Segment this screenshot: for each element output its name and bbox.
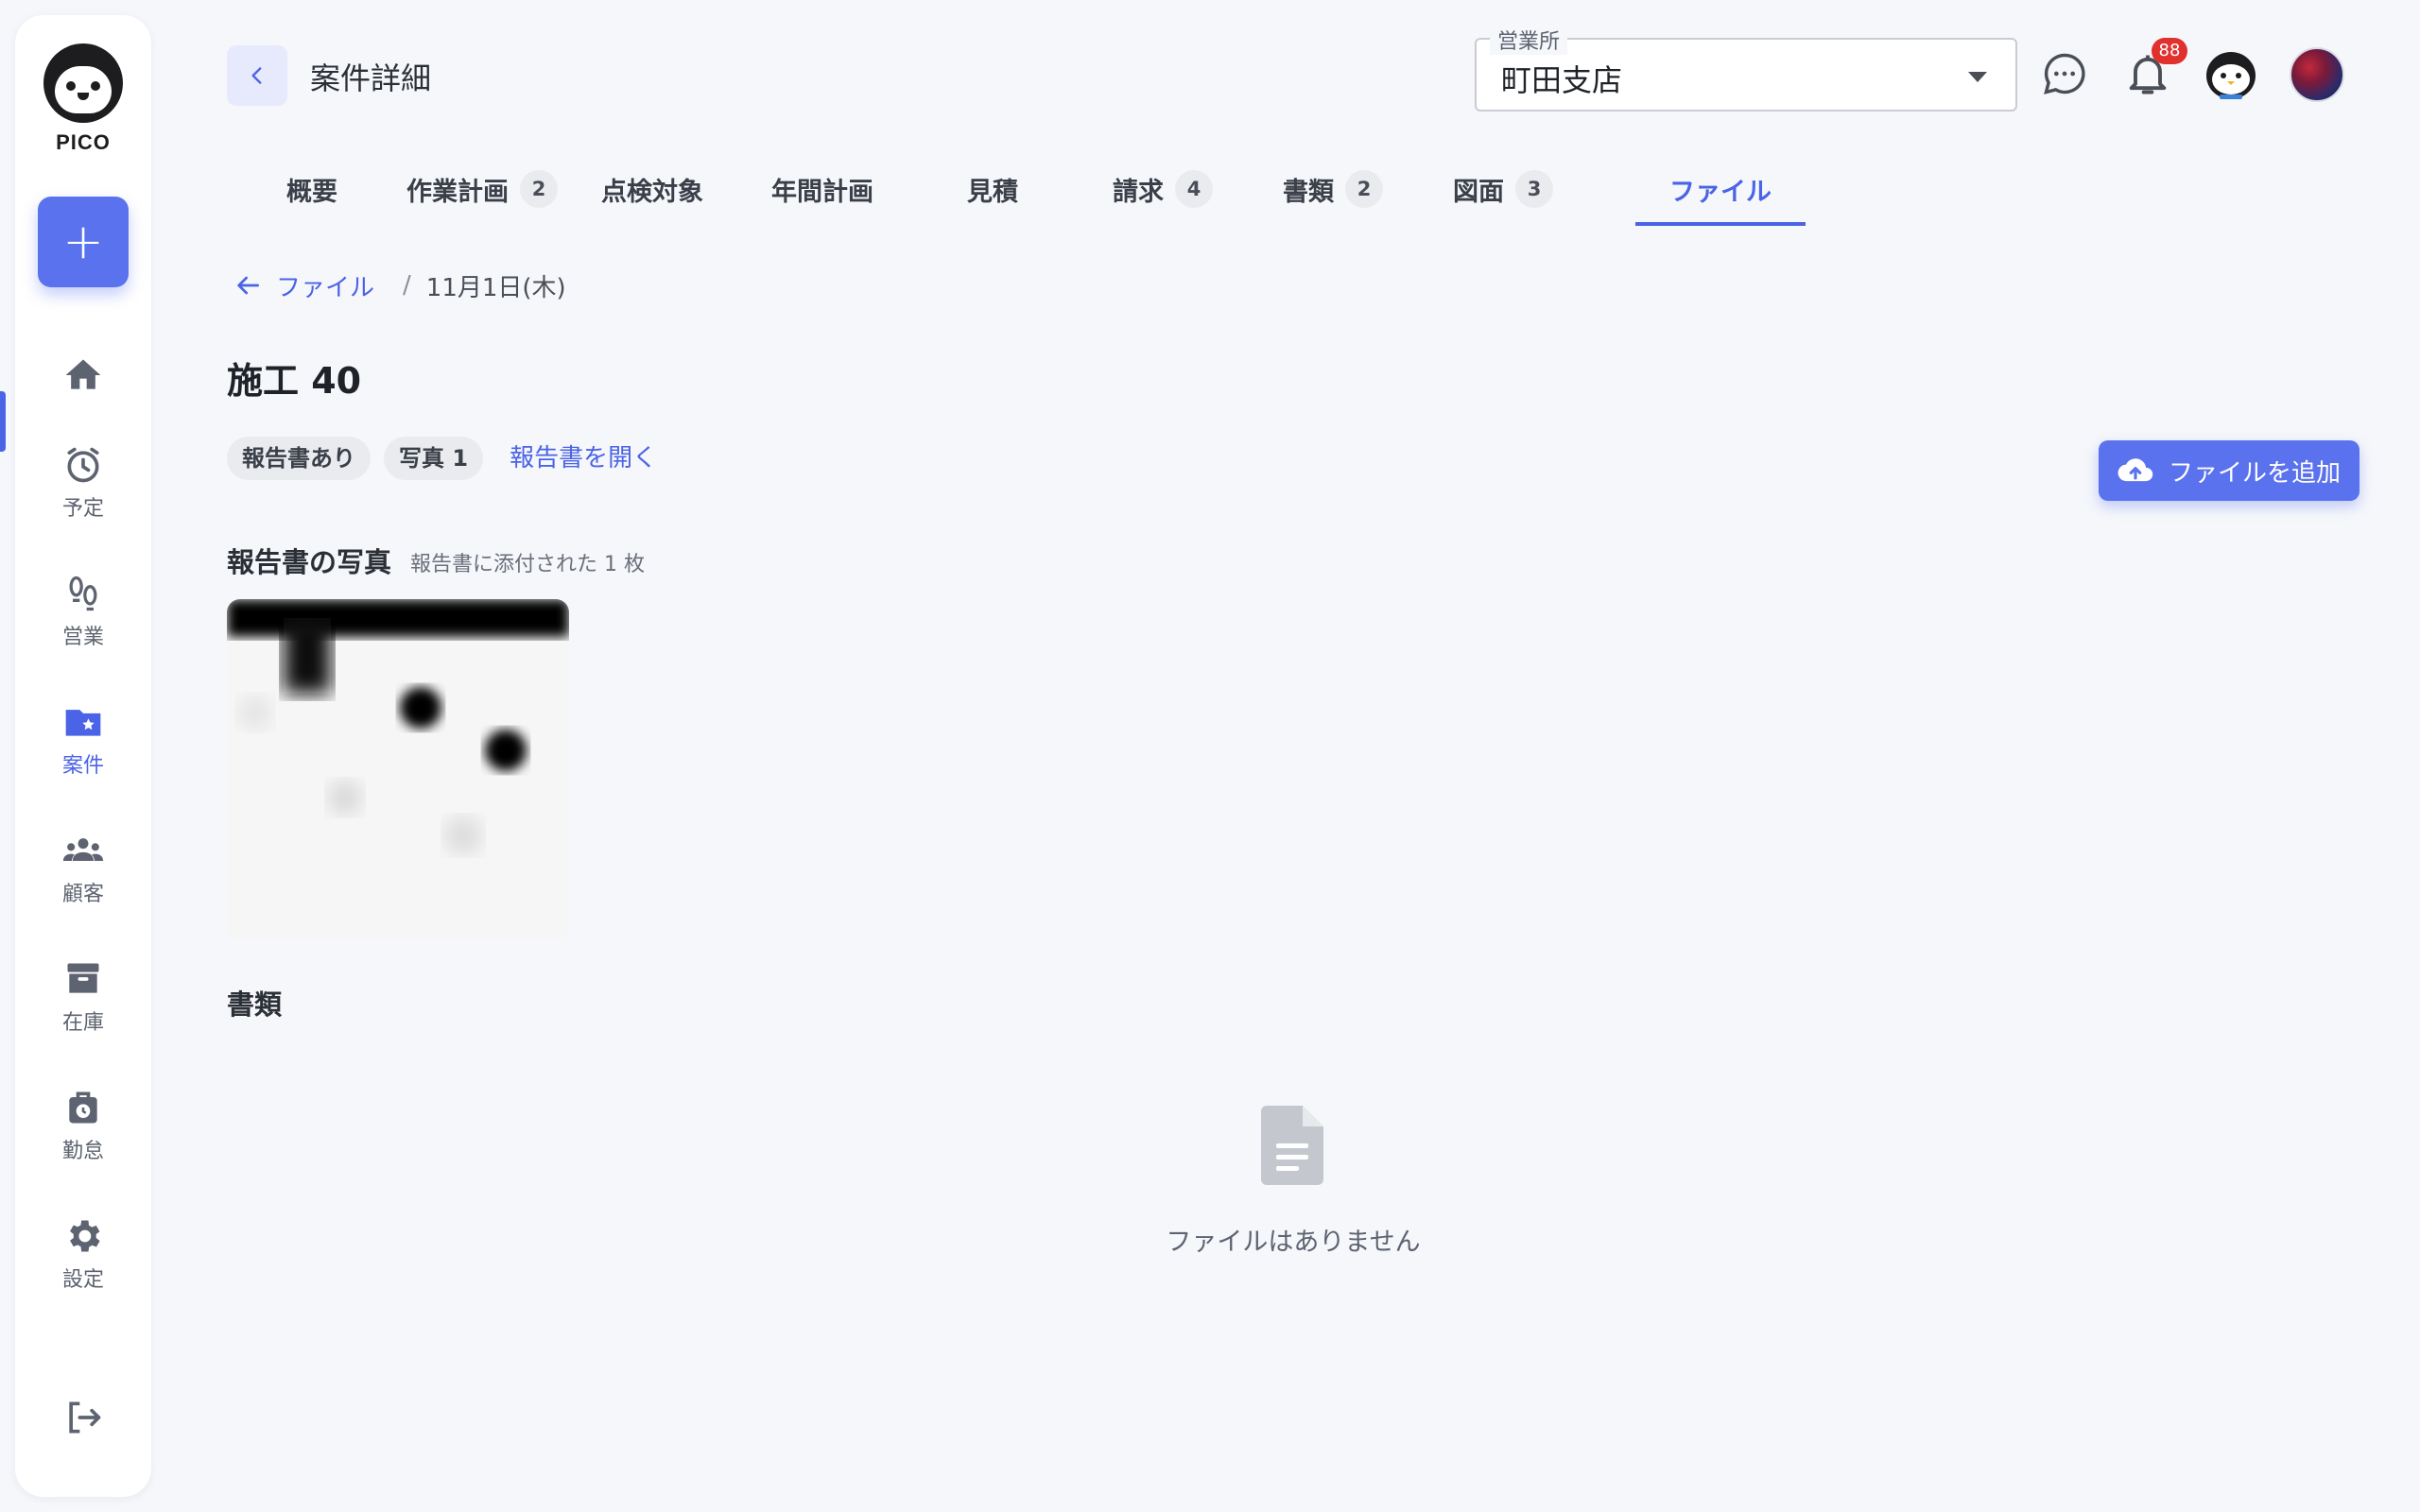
tab-label: 見積 (967, 177, 1018, 207)
tab-drawings[interactable]: 図面 3 (1418, 151, 1588, 227)
back-button[interactable] (227, 45, 287, 106)
tab-estimate[interactable]: 見積 (908, 151, 1078, 227)
cloud-upload-icon (2118, 458, 2153, 482)
empty-state-text: ファイルはありません (1166, 1228, 1421, 1257)
home-icon (65, 359, 101, 389)
sidebar-item-inventory[interactable]: 在庫 (15, 945, 151, 1049)
tab-label: ファイル (1669, 177, 1772, 207)
tab-label: 書類 (1283, 177, 1334, 207)
logo-text: PICO (56, 130, 111, 154)
tab-files[interactable]: ファイル (1635, 151, 1806, 227)
breadcrumb: ファイル / 11月1日(木) (233, 266, 566, 304)
tab-work-plan[interactable]: 作業計画 2 (397, 151, 567, 227)
tab-label: 概要 (286, 177, 337, 207)
status-chips: 報告書あり 写真 1 報告書を開く (227, 437, 657, 480)
sidebar-item-home[interactable] (15, 336, 151, 420)
report-photo-thumbnail[interactable] (227, 599, 569, 939)
report-photos-subtitle: 報告書に添付された 1 枚 (410, 553, 645, 576)
sidebar-item-label: 設定 (61, 1268, 104, 1292)
penguin-avatar-icon[interactable] (2203, 47, 2259, 102)
tab-documents[interactable]: 書類 2 (1248, 151, 1418, 227)
tab-count: 2 (520, 170, 558, 208)
tab-annual-plan[interactable]: 年間計画 (737, 151, 908, 227)
penguin-logo-icon (43, 43, 123, 123)
people-icon (62, 838, 104, 861)
sidebar-item-customers[interactable]: 顧客 (15, 816, 151, 920)
chevron-left-icon (251, 67, 262, 84)
timecard-icon (69, 1091, 97, 1124)
breadcrumb-separator: / (403, 271, 411, 300)
alarm-clock-icon (67, 447, 99, 483)
sidebar-item-label: 勤怠 (61, 1140, 104, 1163)
sidebar-item-schedule[interactable]: 予定 (15, 431, 151, 535)
work-title: 施工 40 (227, 360, 362, 402)
notification-badge: 88 (2152, 38, 2187, 64)
tab-label: 図面 (1453, 177, 1504, 207)
add-file-label: ファイルを追加 (2168, 457, 2341, 487)
gear-icon (70, 1220, 100, 1252)
active-tab-underline (1635, 222, 1806, 226)
sidebar-item-projects[interactable]: 案件 (15, 688, 151, 792)
logout-icon[interactable] (62, 1397, 104, 1438)
caret-down-icon (1968, 72, 1987, 82)
breadcrumb-current: 11月1日(木) (425, 273, 566, 302)
page-title: 案件詳細 (310, 60, 432, 96)
report-photos-title: 報告書の写真 (227, 546, 392, 578)
tab-invoice[interactable]: 請求 4 (1078, 151, 1248, 227)
sidebar-item-label: 顧客 (61, 883, 104, 906)
office-select[interactable]: 営業所 町田支店 (1475, 25, 2017, 112)
arrow-left-icon[interactable] (233, 270, 263, 301)
folder-star-icon (65, 710, 101, 736)
documents-title: 書類 (227, 988, 283, 1021)
pico-logo[interactable]: PICO (42, 43, 125, 155)
add-new-button[interactable]: + (38, 197, 129, 287)
footprints-icon (69, 576, 97, 611)
sidebar-item-settings[interactable]: 設定 (15, 1202, 151, 1306)
sidebar: PICO + 予定 営業 案件 顧客 在庫 勤怠 設定 (0, 15, 151, 1497)
active-nav-indicator (0, 391, 6, 452)
blurred-photo (227, 599, 569, 939)
tab-overview[interactable]: 概要 (227, 151, 397, 227)
report-status-chip: 報告書あり (227, 437, 371, 480)
office-select-value: 町田支店 (1501, 62, 1623, 98)
sidebar-item-label: 在庫 (61, 1011, 104, 1035)
tab-count: 2 (1345, 170, 1383, 208)
document-icon (1261, 1106, 1323, 1185)
sidebar-item-label: 予定 (61, 497, 104, 521)
sidebar-item-label: 案件 (61, 754, 104, 778)
photo-count-chip: 写真 1 (384, 437, 484, 480)
add-file-button[interactable]: ファイルを追加 (2099, 440, 2360, 501)
tab-count: 3 (1515, 170, 1553, 208)
sidebar-item-attendance[interactable]: 勤怠 (15, 1074, 151, 1177)
office-select-label: 営業所 (1490, 25, 1568, 55)
tab-label: 作業計画 (406, 177, 509, 207)
tab-inspection-targets[interactable]: 点検対象 (567, 151, 737, 227)
tab-label: 点検対象 (601, 177, 703, 207)
tab-label: 年間計画 (771, 177, 873, 207)
tab-count: 4 (1175, 170, 1213, 208)
sidebar-item-label: 営業 (61, 626, 104, 649)
tab-label: 請求 (1113, 177, 1164, 207)
sidebar-item-sales[interactable]: 営業 (15, 559, 151, 663)
archive-box-icon (67, 963, 99, 993)
chat-bubble-icon[interactable] (2040, 49, 2089, 98)
breadcrumb-files-link[interactable]: ファイル (276, 268, 374, 303)
open-report-link[interactable]: 報告書を開く (510, 438, 657, 473)
user-avatar[interactable] (2290, 47, 2344, 102)
